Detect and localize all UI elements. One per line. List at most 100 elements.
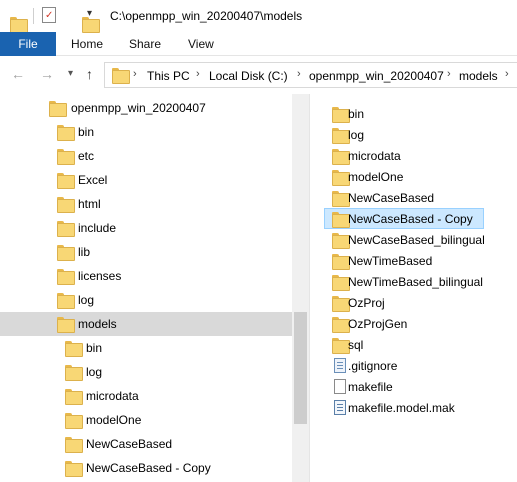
tab-view[interactable]: View xyxy=(188,37,214,51)
folder-icon xyxy=(112,68,130,84)
tree-item-include[interactable]: include xyxy=(0,216,292,240)
tree-item-models-modelone[interactable]: modelOne xyxy=(0,408,292,432)
item-name: .gitignore xyxy=(348,359,398,373)
item-name: NewTimeBased xyxy=(348,254,433,268)
folder-icon xyxy=(332,191,350,207)
new-folder-icon[interactable] xyxy=(82,17,100,33)
breadcrumb-this-pc[interactable]: This PC xyxy=(147,69,190,83)
tab-home[interactable]: Home xyxy=(71,37,103,51)
folder-icon xyxy=(332,233,350,249)
properties-icon[interactable]: ✓ xyxy=(42,7,56,23)
file-icon xyxy=(334,379,346,394)
folder-icon xyxy=(65,341,83,357)
tree-item-models-newcasebased[interactable]: NewCaseBased xyxy=(0,432,292,456)
folder-icon xyxy=(332,212,350,228)
tree-item-label: licenses xyxy=(78,269,122,283)
folder-icon xyxy=(332,149,350,165)
tree-item-models-bin[interactable]: bin xyxy=(0,336,292,360)
window-title: C:\openmpp_win_20200407\models xyxy=(110,9,303,23)
folder-icon xyxy=(10,17,28,33)
item-name: NewCaseBased - Copy xyxy=(348,212,473,226)
tab-file[interactable]: File xyxy=(0,32,56,56)
tree-item-licenses[interactable]: licenses xyxy=(0,264,292,288)
title-bar: ✓ ▾ C:\openmpp_win_20200407\models xyxy=(0,0,517,33)
list-item-selected[interactable]: NewCaseBased - Copy xyxy=(324,208,484,229)
list-item[interactable]: NewCaseBased_bilingual xyxy=(324,229,485,250)
tree-item-label: modelOne xyxy=(86,413,142,427)
list-item[interactable]: sql xyxy=(324,334,484,355)
tree-item-bin[interactable]: bin xyxy=(0,120,292,144)
chevron-right-icon: › xyxy=(297,68,301,80)
item-name: OzProjGen xyxy=(348,317,408,331)
list-item[interactable]: log xyxy=(324,124,484,145)
chevron-right-icon: › xyxy=(133,68,137,80)
folder-icon xyxy=(65,365,83,381)
folder-icon xyxy=(65,461,83,477)
tree-item-label: NewCaseBased - Copy xyxy=(86,461,211,475)
list-item[interactable]: NewTimeBased xyxy=(324,250,484,271)
tree-item-models[interactable]: models xyxy=(0,312,292,336)
tree-item-etc[interactable]: etc xyxy=(0,144,292,168)
back-arrow-icon[interactable]: ← xyxy=(11,66,25,82)
customize-quick-access-icon[interactable]: ▾ xyxy=(87,8,92,19)
tree-scrollbar-thumb[interactable] xyxy=(294,312,307,424)
item-name: modelOne xyxy=(348,170,404,184)
tree-item-label: html xyxy=(78,197,101,211)
breadcrumb-models[interactable]: models xyxy=(459,69,498,83)
item-name: makefile.model.mak xyxy=(348,401,455,415)
divider xyxy=(33,8,34,24)
tree-item-lib[interactable]: lib xyxy=(0,240,292,264)
item-name: NewCaseBased_bilingual xyxy=(348,233,485,247)
tree-item-excel[interactable]: Excel xyxy=(0,168,292,192)
forward-arrow-icon[interactable]: → xyxy=(40,66,54,82)
item-name: microdata xyxy=(348,149,401,163)
tree-item-log[interactable]: log xyxy=(0,288,292,312)
up-arrow-icon[interactable]: ↑ xyxy=(86,66,93,82)
list-item[interactable]: OzProjGen xyxy=(324,313,484,334)
folder-icon xyxy=(57,245,75,261)
folder-icon xyxy=(65,389,83,405)
folder-icon xyxy=(332,128,350,144)
folder-icon xyxy=(332,317,350,333)
folder-icon xyxy=(332,296,350,312)
tree-item-root[interactable]: openmpp_win_20200407 xyxy=(0,96,292,120)
list-item[interactable]: .gitignore xyxy=(324,355,484,376)
list-item[interactable]: bin xyxy=(324,103,484,124)
list-item[interactable]: microdata xyxy=(324,145,484,166)
tree-item-models-log[interactable]: log xyxy=(0,360,292,384)
pane-divider[interactable] xyxy=(309,94,310,482)
folder-icon xyxy=(57,173,75,189)
item-name: log xyxy=(348,128,365,142)
item-name: makefile xyxy=(348,380,393,394)
list-item[interactable]: modelOne xyxy=(324,166,484,187)
folder-icon xyxy=(332,254,350,270)
tree-item-models-microdata[interactable]: microdata xyxy=(0,384,292,408)
breadcrumb-openmpp[interactable]: openmpp_win_20200407 xyxy=(309,69,444,83)
tree-item-models-newcasebased-copy[interactable]: NewCaseBased - Copy xyxy=(0,456,292,480)
chevron-right-icon: › xyxy=(196,68,200,80)
item-name: NewCaseBased xyxy=(348,191,435,205)
list-item[interactable]: makefile.model.mak xyxy=(324,397,484,418)
tree-item-label: models xyxy=(78,317,117,331)
recent-locations-chevron-icon[interactable]: ▾ xyxy=(68,68,73,79)
folder-icon xyxy=(49,101,67,117)
tree-item-label: include xyxy=(78,221,117,235)
address-bar[interactable]: › This PC › Local Disk (C:) › openmpp_wi… xyxy=(104,62,517,88)
tree-item-label: lib xyxy=(78,245,91,259)
file-list: bin log microdata modelOne NewCaseBased … xyxy=(324,100,517,482)
list-item[interactable]: makefile xyxy=(324,376,484,397)
folder-icon xyxy=(57,317,75,333)
folder-icon xyxy=(332,107,350,123)
item-name: NewTimeBased_bilingual xyxy=(348,275,483,289)
folder-icon xyxy=(57,149,75,165)
tree-item-label: log xyxy=(78,293,95,307)
list-item[interactable]: NewCaseBased xyxy=(324,187,484,208)
text-file-icon xyxy=(334,358,346,373)
folder-icon xyxy=(332,170,350,186)
list-item[interactable]: OzProj xyxy=(324,292,484,313)
list-item[interactable]: NewTimeBased_bilingual xyxy=(324,271,484,292)
tab-share[interactable]: Share xyxy=(129,37,161,51)
breadcrumb-local-disk[interactable]: Local Disk (C:) xyxy=(209,69,288,83)
tree-item-html[interactable]: html xyxy=(0,192,292,216)
folder-icon xyxy=(332,275,350,291)
